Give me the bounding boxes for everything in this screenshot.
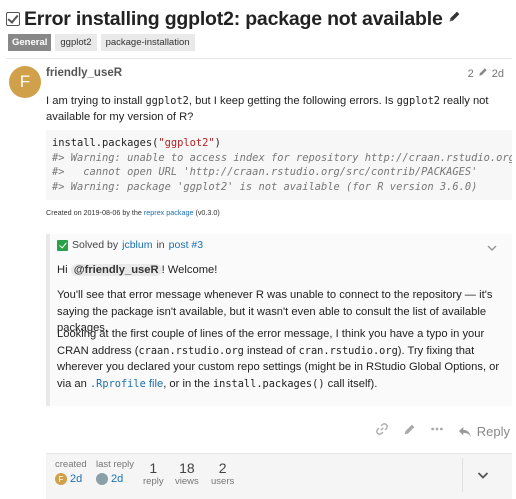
reply-count-stat: 1 reply bbox=[143, 460, 164, 487]
topic-map-expand-button[interactable] bbox=[462, 458, 503, 492]
reprex-package-link[interactable]: reprex package bbox=[144, 208, 194, 217]
creator-avatar: F bbox=[55, 473, 67, 485]
inline-code: ggplot2 bbox=[396, 95, 440, 107]
code-block[interactable]: install.packages("ggplot2") #> Warning: … bbox=[46, 130, 512, 200]
solved-checkbox-icon bbox=[6, 12, 20, 26]
tag-package-installation[interactable]: package-installation bbox=[100, 34, 195, 51]
post-meta: 2 2d bbox=[468, 67, 504, 80]
topic-tags: General ggplot2 package-installation bbox=[8, 34, 195, 51]
avatar[interactable]: F bbox=[9, 66, 41, 98]
post-body-text: I am trying to install ggplot2, but I ke… bbox=[46, 95, 489, 123]
topic-title-row: Error installing ggplot2: package not av… bbox=[6, 6, 512, 32]
topic-created[interactable]: created F 2d bbox=[55, 459, 87, 485]
solution-post-link[interactable]: post #3 bbox=[169, 239, 203, 251]
more-options-icon[interactable] bbox=[430, 422, 444, 441]
chevron-down-icon[interactable] bbox=[487, 240, 497, 252]
post-age[interactable]: 2d bbox=[492, 68, 504, 80]
inline-code: ggplot2 bbox=[145, 95, 189, 107]
edit-history-pencil-icon[interactable] bbox=[478, 67, 488, 80]
solution-paragraph-2: Looking at the first couple of lines of … bbox=[57, 328, 500, 390]
reply-label: Reply bbox=[476, 424, 510, 439]
solver-link[interactable]: jcblum bbox=[122, 239, 152, 251]
views-stat: 18 views bbox=[175, 460, 199, 487]
reply-arrow-icon bbox=[458, 426, 471, 437]
solved-by-header: Solved by jcblum in post #3 bbox=[57, 239, 203, 251]
edit-title-pencil-icon[interactable] bbox=[448, 10, 461, 28]
solved-check-icon bbox=[57, 239, 68, 251]
topic-last-reply[interactable]: last reply 2d bbox=[96, 459, 134, 485]
header-divider bbox=[6, 58, 512, 59]
edit-post-pencil-icon[interactable] bbox=[403, 423, 416, 441]
category-badge[interactable]: General bbox=[8, 34, 52, 51]
rprofile-link[interactable]: .Rprofile file bbox=[90, 378, 163, 390]
user-mention[interactable]: @friendly_useR bbox=[70, 264, 162, 276]
post-actions: Reply bbox=[375, 422, 510, 441]
solution-greeting: Hi @friendly_useR! Welcome! bbox=[57, 264, 218, 276]
topic-title[interactable]: Error installing ggplot2: package not av… bbox=[24, 8, 443, 31]
last-replier-avatar bbox=[96, 473, 108, 485]
reprex-created-note: Created on 2019-08-06 by the reprex pack… bbox=[46, 208, 220, 217]
edit-count[interactable]: 2 bbox=[468, 68, 474, 80]
chevron-down-icon bbox=[477, 472, 489, 479]
tag-ggplot2[interactable]: ggplot2 bbox=[55, 34, 97, 51]
link-icon[interactable] bbox=[375, 422, 389, 441]
post-username[interactable]: friendly_useR bbox=[46, 67, 122, 79]
reply-button[interactable]: Reply bbox=[458, 424, 510, 439]
users-stat: 2 users bbox=[211, 460, 235, 487]
